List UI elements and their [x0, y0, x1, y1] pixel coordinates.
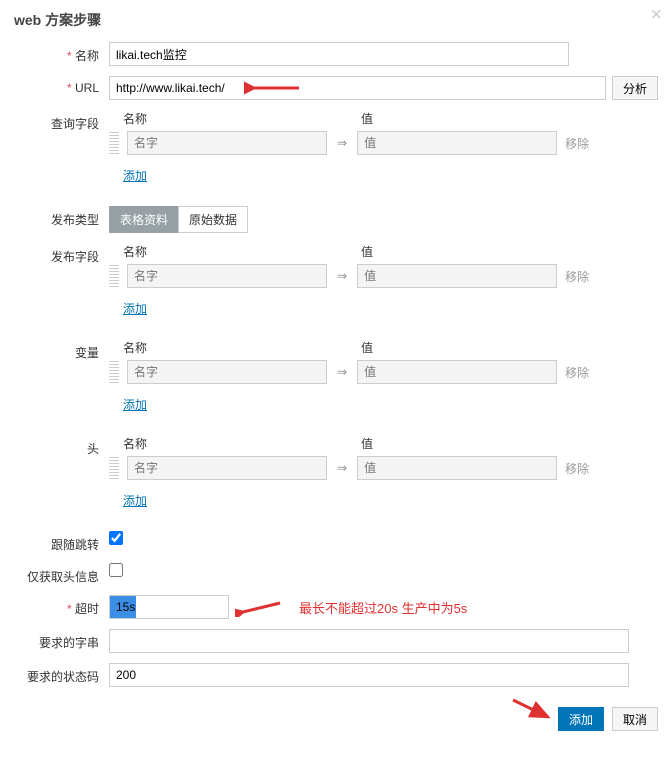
label-publish-type: 发布类型 [14, 206, 109, 228]
arrow-icon: ⇒ [335, 365, 349, 379]
tab-form-data[interactable]: 表格资料 [109, 206, 179, 233]
arrow-icon: ⇒ [335, 269, 349, 283]
drag-handle-icon[interactable] [109, 457, 119, 479]
annotation-arrow-icon [508, 695, 558, 725]
add-header-link[interactable]: 添加 [123, 492, 147, 509]
kv-header-name: 名称 [109, 110, 325, 127]
tab-raw-data[interactable]: 原始数据 [178, 206, 248, 233]
name-input[interactable] [109, 42, 569, 66]
label-publish-fields: 发布字段 [14, 243, 109, 265]
label-url: URL [14, 76, 109, 95]
required-str-input[interactable] [109, 629, 629, 653]
var-name-input[interactable] [127, 360, 327, 384]
head-only-checkbox[interactable] [109, 563, 123, 577]
close-icon[interactable]: × [650, 4, 662, 27]
kv-header-name: 名称 [109, 435, 325, 452]
timeout-input[interactable] [109, 595, 229, 619]
remove-link[interactable]: 移除 [565, 364, 589, 381]
arrow-icon: ⇒ [335, 136, 349, 150]
label-head-only: 仅获取头信息 [14, 563, 109, 585]
timeout-note: 最长不能超过20s 生产中为5s [299, 598, 467, 617]
publish-name-input[interactable] [127, 264, 327, 288]
modal-title: web 方案步骤 [14, 10, 658, 30]
remove-link[interactable]: 移除 [565, 135, 589, 152]
cancel-button[interactable]: 取消 [612, 707, 658, 731]
label-headers: 头 [14, 435, 109, 457]
kv-header-name: 名称 [109, 339, 325, 356]
annotation-arrow-icon [235, 597, 285, 617]
follow-redirect-checkbox[interactable] [109, 531, 123, 545]
add-query-link[interactable]: 添加 [123, 167, 147, 184]
query-name-input[interactable] [127, 131, 327, 155]
var-value-input[interactable] [357, 360, 557, 384]
publish-value-input[interactable] [357, 264, 557, 288]
kv-header-value: 值 [325, 243, 541, 260]
kv-header-value: 值 [325, 435, 541, 452]
header-name-input[interactable] [127, 456, 327, 480]
add-publish-link[interactable]: 添加 [123, 300, 147, 317]
label-follow-redirect: 跟随跳转 [14, 531, 109, 553]
header-value-input[interactable] [357, 456, 557, 480]
drag-handle-icon[interactable] [109, 265, 119, 287]
kv-header-name: 名称 [109, 243, 325, 260]
remove-link[interactable]: 移除 [565, 460, 589, 477]
add-var-link[interactable]: 添加 [123, 396, 147, 413]
arrow-icon: ⇒ [335, 461, 349, 475]
label-required-status: 要求的状态码 [14, 663, 109, 685]
label-required-str: 要求的字串 [14, 629, 109, 651]
label-timeout: 超时 [14, 595, 109, 617]
add-button[interactable]: 添加 [558, 707, 604, 731]
kv-header-value: 值 [325, 339, 541, 356]
label-query-fields: 查询字段 [14, 110, 109, 132]
query-value-input[interactable] [357, 131, 557, 155]
required-status-input[interactable] [109, 663, 629, 687]
drag-handle-icon[interactable] [109, 361, 119, 383]
analyze-button[interactable]: 分析 [612, 76, 658, 100]
remove-link[interactable]: 移除 [565, 268, 589, 285]
url-input[interactable] [109, 76, 606, 100]
label-name: 名称 [14, 42, 109, 64]
kv-header-value: 值 [325, 110, 541, 127]
drag-handle-icon[interactable] [109, 132, 119, 154]
label-variables: 变量 [14, 339, 109, 361]
